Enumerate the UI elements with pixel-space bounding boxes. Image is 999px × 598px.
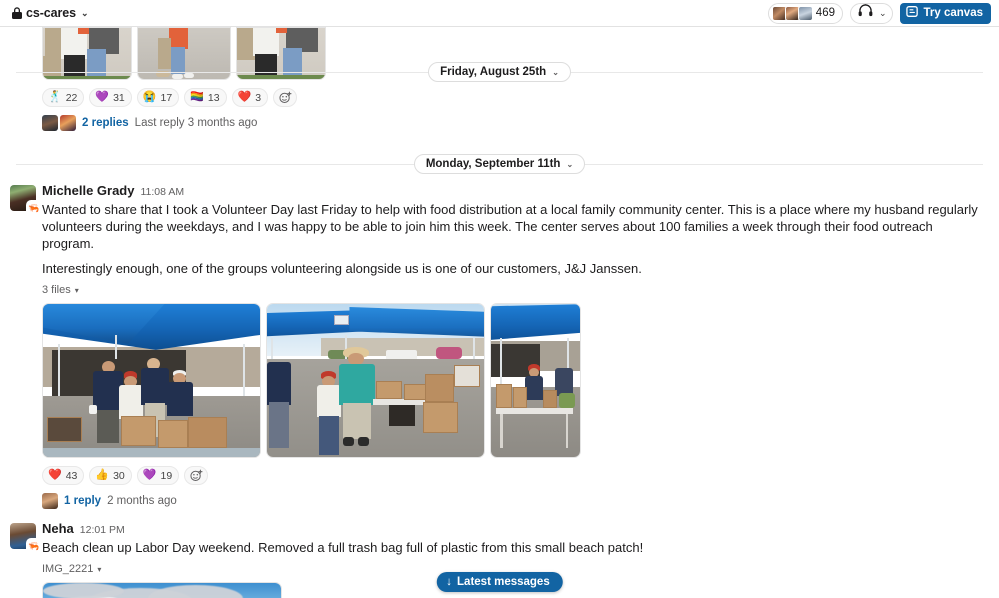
reaction-count: 31	[113, 91, 125, 104]
thread-participant-avatars	[42, 493, 58, 509]
image-gallery	[42, 303, 983, 458]
add-reaction-icon	[279, 91, 292, 104]
sob-emoji: 😭	[142, 91, 157, 103]
message-timestamp[interactable]: 11:08 AM	[140, 184, 184, 200]
add-reaction-button[interactable]	[184, 466, 209, 485]
caret-down-icon: ▾	[74, 285, 79, 295]
reaction-chip[interactable]: 💜 31	[89, 88, 132, 107]
avatar[interactable]: 🦐	[10, 185, 41, 215]
file-name-label: IMG_2221	[42, 563, 94, 575]
red-heart-emoji: ❤️	[48, 469, 62, 481]
thumbs-up-emoji: 👍	[95, 469, 110, 481]
image-attachment[interactable]	[42, 303, 261, 458]
thread-last-reply: Last reply 3 months ago	[134, 117, 258, 129]
chevron-down-icon: ⌄	[552, 67, 559, 77]
chevron-down-icon: ⌄	[566, 159, 574, 169]
caret-down-icon: ▾	[97, 564, 102, 574]
purple-heart-emoji: 💜	[142, 469, 157, 481]
member-avatars	[771, 5, 813, 21]
member-count: 469	[815, 7, 835, 19]
reaction-count: 17	[160, 91, 173, 104]
reaction-count: 22	[65, 91, 78, 104]
files-toggle[interactable]: IMG_2221 ▾	[42, 563, 101, 575]
headphones-icon	[858, 4, 873, 22]
red-heart-emoji: ❤️	[237, 91, 252, 103]
add-reaction-icon	[190, 469, 203, 482]
status-emoji[interactable]: 🦐	[27, 539, 41, 553]
canvas-add-icon	[905, 5, 919, 21]
reaction-count: 43	[65, 469, 78, 482]
date-chip-september[interactable]: Monday, September 11th ⌄	[413, 154, 586, 174]
thread-participant-avatars	[42, 115, 76, 131]
huddle-button[interactable]: ⌄	[849, 2, 893, 24]
message-michelle-grady: 🦐 Michelle Grady 11:08 AM Wanted to shar…	[0, 179, 999, 513]
members-button[interactable]: 469	[767, 2, 843, 24]
files-toggle[interactable]: 3 files ▾	[42, 284, 79, 296]
avatar	[42, 493, 58, 509]
reaction-chip[interactable]: 🏳️‍🌈 13	[184, 88, 227, 107]
thread-reply-count: 1 reply	[64, 495, 102, 507]
message-text: Beach clean up Labor Day weekend. Remove…	[42, 539, 983, 556]
date-divider-august: Friday, August 25th ⌄	[0, 57, 999, 87]
try-canvas-button[interactable]: Try canvas	[899, 2, 991, 24]
message-pane[interactable]: 🕺 22 💜 31 😭 17 🏳️‍🌈 13 ❤️ 3	[0, 27, 999, 598]
channel-header: cs-cares ⌄ 469 ⌄ Try canvas	[0, 0, 999, 27]
avatar[interactable]: 🦐	[10, 523, 41, 553]
thread-replies-button[interactable]: 1 reply 2 months ago	[42, 491, 181, 511]
date-label: Monday, September 11th	[425, 158, 561, 170]
purple-heart-emoji: 💜	[95, 91, 110, 103]
try-canvas-label: Try canvas	[923, 7, 983, 19]
latest-messages-button[interactable]: ↓ Latest messages	[436, 572, 563, 592]
reaction-chip[interactable]: ❤️ 43	[42, 466, 85, 485]
message-paragraph: Beach clean up Labor Day weekend. Remove…	[42, 540, 644, 555]
channel-title-button[interactable]: cs-cares ⌄	[10, 4, 93, 22]
reaction-count: 19	[160, 469, 173, 482]
date-divider-september: Monday, September 11th ⌄	[0, 149, 999, 179]
reaction-chip[interactable]: 💜 19	[136, 466, 180, 485]
chevron-down-icon: ⌄	[80, 7, 89, 18]
status-emoji[interactable]: 🦐	[27, 201, 41, 215]
avatar	[60, 115, 76, 131]
message-paragraph: Interestingly enough, one of the groups …	[42, 261, 642, 276]
date-label: Friday, August 25th	[440, 66, 547, 78]
date-chip-august[interactable]: Friday, August 25th ⌄	[428, 62, 571, 82]
chevron-down-icon: ⌄	[878, 7, 887, 18]
avatar	[797, 5, 813, 21]
message-paragraph: Wanted to share that I took a Volunteer …	[42, 202, 978, 251]
message-timestamp[interactable]: 12:01 PM	[80, 522, 125, 538]
image-attachment[interactable]	[266, 303, 485, 458]
channel-name: cs-cares	[26, 6, 76, 20]
reaction-count: 30	[113, 469, 125, 482]
thread-last-reply: 2 months ago	[107, 495, 177, 507]
reaction-chip[interactable]: 😭 17	[136, 88, 180, 107]
add-reaction-button[interactable]	[273, 88, 298, 107]
dancer-emoji: 🕺	[48, 91, 62, 103]
flag-emoji: 🏳️‍🌈	[190, 91, 204, 103]
thread-replies-button[interactable]: 2 replies Last reply 3 months ago	[42, 113, 261, 133]
arrow-down-icon: ↓	[446, 576, 453, 588]
message-author[interactable]: Neha	[42, 521, 74, 537]
latest-messages-label: Latest messages	[457, 576, 550, 588]
reaction-count: 13	[207, 91, 220, 104]
message-author[interactable]: Michelle Grady	[42, 183, 134, 199]
image-attachment[interactable]	[42, 582, 282, 598]
header-actions: 469 ⌄ Try canvas	[767, 2, 991, 24]
reaction-count: 3	[255, 91, 262, 104]
reaction-chip[interactable]: 🕺 22	[42, 88, 85, 107]
files-count-label: 3 files	[42, 284, 71, 296]
avatar	[42, 115, 58, 131]
reaction-chip[interactable]: 👍 30	[89, 466, 132, 485]
reaction-chip[interactable]: ❤️ 3	[231, 88, 269, 107]
thread-reply-count: 2 replies	[82, 117, 129, 129]
lock-icon	[12, 7, 22, 19]
image-attachment[interactable]	[490, 303, 581, 458]
reactions-row: 🕺 22 💜 31 😭 17 🏳️‍🌈 13 ❤️ 3	[42, 88, 983, 107]
message-text: Wanted to share that I took a Volunteer …	[42, 201, 983, 277]
reactions-row: ❤️ 43 👍 30 💜 19	[42, 466, 983, 485]
